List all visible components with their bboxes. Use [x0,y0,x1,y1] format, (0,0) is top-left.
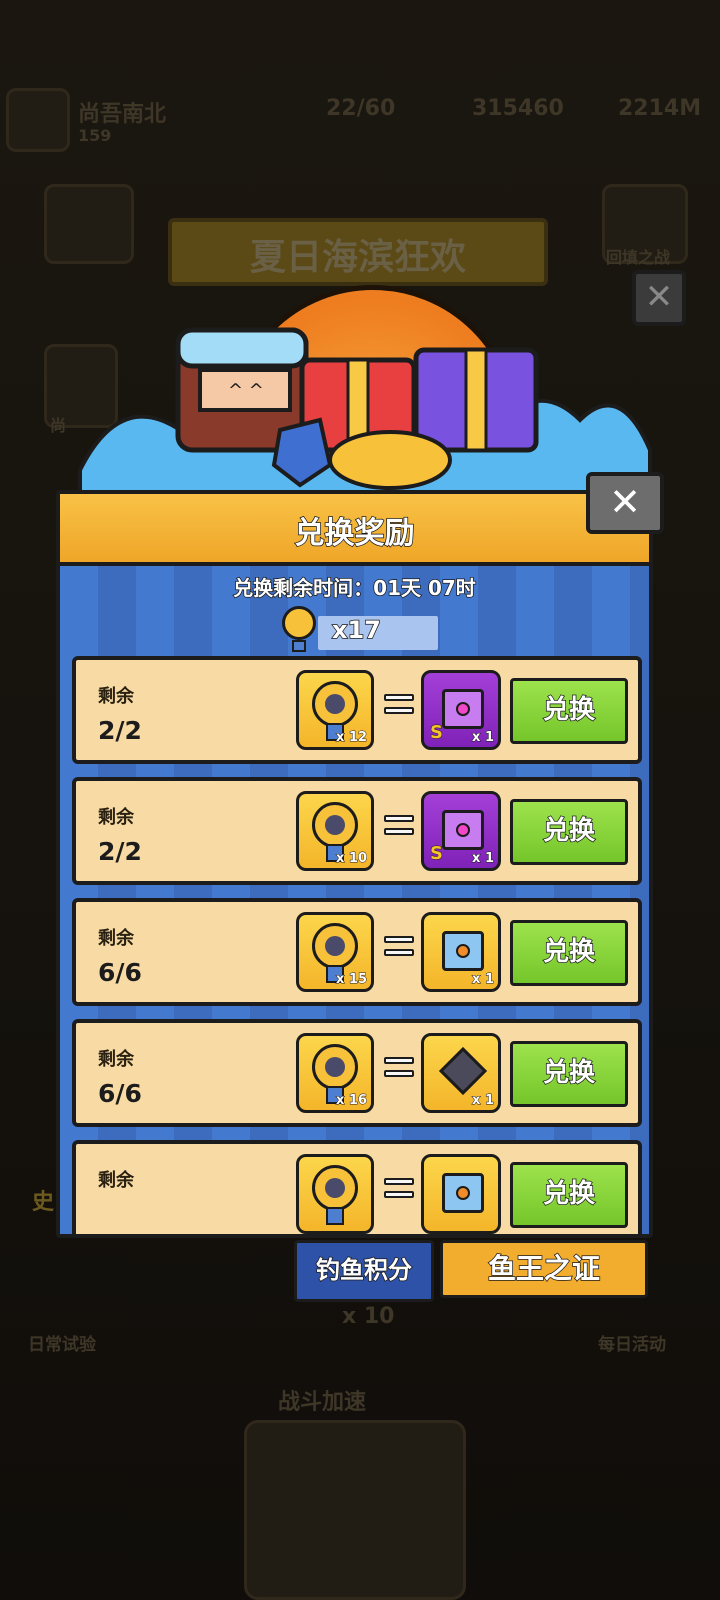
medal-count: x17 [331,615,381,645]
player-level: 159 [78,126,112,145]
reward-item-tile: x 1 [421,912,501,992]
reward-row: 剩余 兑换 [72,1140,642,1234]
exchange-panel: 兑换奖励 兑换剩余时间：01天 07时 x17 剩余 2/2 x 12 Sx 1 兑换剩… [56,490,653,1238]
power-value: 2214M [618,96,702,121]
reward-quantity: x 1 [472,730,495,746]
battle-speed-label: 战斗加速 [278,1390,367,1415]
exchange-button[interactable]: 兑换 [510,1162,628,1228]
reward-item-tile: Sx 1 [421,791,501,871]
event-banner-title: 夏日海滨狂欢 [249,237,466,278]
medal-icon [312,923,358,969]
history-label: 史 [32,1190,55,1215]
remaining-count: 2/2 [98,716,142,745]
panel-title: 兑换奖励 [294,515,416,552]
reward-item-tile: x 1 [421,1033,501,1113]
equals-icon [384,1178,414,1204]
exchange-button[interactable]: 兑换 [510,799,628,865]
svg-text:^ ^: ^ ^ [228,380,264,401]
remaining-label: 剩余 [98,807,134,828]
player-name: 尚吾南北 [78,102,167,127]
cost-medal-tile: x 12 [296,670,374,750]
remaining-label: 剩余 [98,1049,134,1070]
bottom-left-label: 日常试验 [28,1335,96,1355]
cost-amount: x 16 [335,1093,367,1109]
coin-value: 315460 [472,96,564,121]
equals-icon [384,936,414,962]
medal-icon [282,606,318,654]
reward-quantity: x 1 [472,1093,495,1109]
medal-icon [312,1044,358,1090]
equals-icon [384,815,414,841]
chest-icon [442,931,484,971]
cost-medal-tile: x 16 [296,1033,374,1113]
reward-row: 剩余 6/6 x 15 x 1 兑换 [72,898,642,1006]
cost-medal-tile: x 15 [296,912,374,992]
medal-icon [312,1165,358,1211]
side-label-right: 回填之战 [606,248,671,267]
chest-icon [442,1173,484,1213]
remaining-label: 剩余 [98,928,134,949]
remaining-count: 6/6 [98,958,142,987]
close-icon: ✕ [609,480,641,524]
reward-quantity: x 1 [472,851,495,867]
reward-row: 剩余 6/6 x 16 x 1 兑换 [72,1019,642,1127]
cost-amount: x 10 [335,851,367,867]
crystal-icon [438,1046,488,1096]
equals-icon [384,694,414,720]
reward-item-tile: Sx 1 [421,670,501,750]
reward-row: 剩余 2/2 x 10 Sx 1 兑换 [72,777,642,885]
reward-row: 剩余 2/2 x 12 Sx 1 兑换 [72,656,642,764]
battle-button [244,1420,466,1600]
remaining-label: 剩余 [98,686,134,707]
avatar [6,88,70,152]
tab-fishing-points[interactable]: 钓鱼积分 [294,1240,434,1302]
equals-icon [384,1057,414,1083]
multiplier-label: x 10 [342,1304,395,1329]
exchange-button[interactable]: 兑换 [510,1041,628,1107]
cost-amount: x 12 [335,730,367,746]
remaining-count: 6/6 [98,1079,142,1108]
medal-icon [312,681,358,727]
remaining-count: 2/2 [98,837,142,866]
exchange-button[interactable]: 兑换 [510,678,628,744]
reward-item-tile [421,1154,501,1234]
exchange-button[interactable]: 兑换 [510,920,628,986]
tab-fish-king-proof[interactable]: 鱼王之证 [440,1240,648,1298]
splash-artwork: ^ ^ [78,327,652,500]
close-button[interactable]: ✕ [586,472,664,534]
reward-quantity: x 1 [472,972,495,988]
remaining-label: 剩余 [98,1170,134,1191]
chest-icon [442,810,484,850]
rank-badge: S [430,843,444,865]
energy-value: 22/60 [326,96,396,121]
chest-icon [442,689,484,729]
cost-amount: x 15 [335,972,367,988]
cost-medal-tile [296,1154,374,1234]
bottom-right-label: 每日活动 [598,1335,666,1355]
exchange-timer: 兑换剩余时间：01天 07时 [232,575,476,601]
cost-medal-tile: x 10 [296,791,374,871]
rank-badge: S [430,722,444,744]
menu-icon [44,184,134,264]
medal-icon [312,802,358,848]
